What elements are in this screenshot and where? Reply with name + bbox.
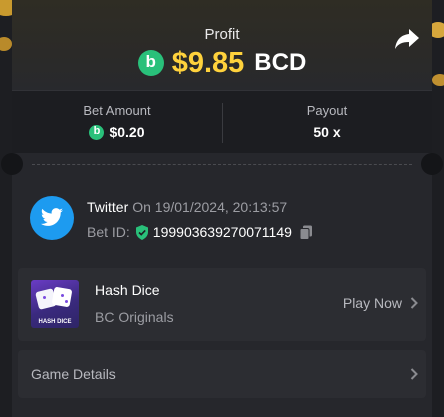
verified-shield-icon xyxy=(135,224,148,240)
payout-label: Payout xyxy=(306,103,348,118)
thumbnail-label: HASH DICE xyxy=(38,319,72,325)
bet-amount-value: $0.20 xyxy=(109,124,145,140)
chevron-right-icon xyxy=(410,297,418,309)
chevron-right-icon xyxy=(410,368,418,380)
bet-id-value: 199903639270071149 xyxy=(152,224,292,240)
profit-currency: BCD xyxy=(254,49,307,76)
dice-pip xyxy=(43,296,46,299)
game-details-label: Game Details xyxy=(31,366,116,382)
profit-amount: $9.85 xyxy=(171,46,245,79)
bcd-coin-icon xyxy=(89,124,105,140)
game-name: Hash Dice xyxy=(95,282,160,298)
bet-amount-value-row: $0.20 xyxy=(12,124,222,140)
bet-amount-label: Bet Amount xyxy=(83,103,151,118)
dice-icon xyxy=(51,286,73,308)
game-details-row[interactable]: Game Details xyxy=(18,350,426,398)
bcd-coin-icon xyxy=(137,50,164,76)
play-now-button[interactable]: Play Now xyxy=(343,295,402,311)
profit-header: Profit $9.85 BCD xyxy=(12,0,432,90)
copy-icon[interactable] xyxy=(299,225,313,240)
game-provider: BC Originals xyxy=(95,309,174,325)
bet-amount-stat: Bet Amount $0.20 xyxy=(12,91,222,153)
payout-value: 50 x xyxy=(313,124,341,140)
bet-id-line: Bet ID: 199903639270071149 xyxy=(87,224,313,240)
profit-label: Profit xyxy=(204,26,240,43)
bet-date: On 19/01/2024, 20:13:57 xyxy=(132,199,288,215)
twitter-icon xyxy=(30,196,74,240)
ticket-notch-right xyxy=(421,153,443,175)
dashed-divider xyxy=(32,164,412,165)
payout-stat: Payout 50 x xyxy=(222,91,432,153)
dice-pip xyxy=(65,300,68,303)
bet-id-label: Bet ID: xyxy=(87,224,130,240)
bet-source-line: Twitter On 19/01/2024, 20:13:57 xyxy=(87,199,287,215)
game-row[interactable]: HASH DICE Hash Dice BC Originals Play No… xyxy=(18,268,426,341)
hash-dice-thumbnail: HASH DICE xyxy=(31,280,79,328)
payout-value-row: 50 x xyxy=(222,124,432,140)
ticket-notch-left xyxy=(1,153,23,175)
bet-stats: Bet Amount $0.20 Payout 50 x xyxy=(12,90,432,153)
bet-receipt-card: Profit $9.85 BCD Bet Amount $0.20 Payout… xyxy=(1,0,443,417)
profit-amount-row: $9.85 BCD xyxy=(12,46,432,80)
dice-pip xyxy=(61,294,64,297)
source-name: Twitter xyxy=(87,199,129,215)
share-icon[interactable] xyxy=(394,28,420,50)
